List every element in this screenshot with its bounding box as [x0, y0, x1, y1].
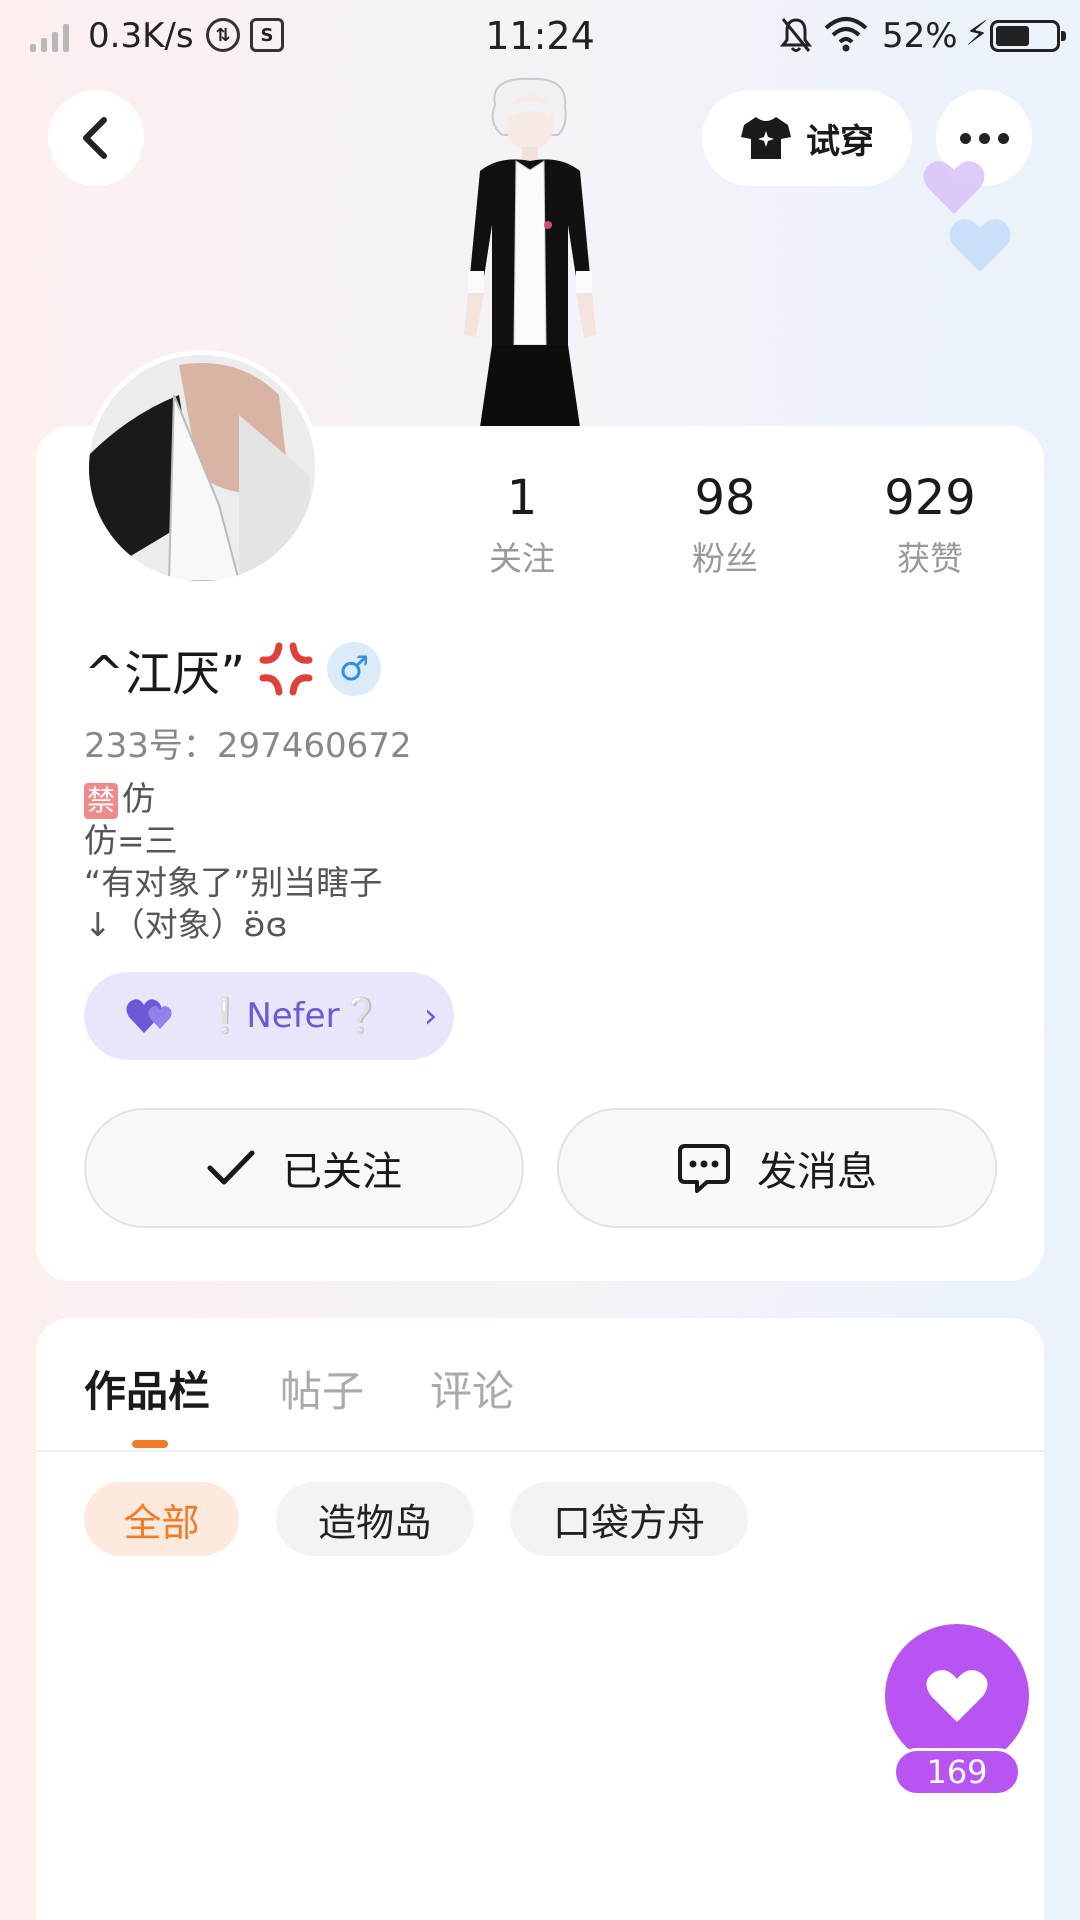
filter-chip-ark[interactable]: 口袋方舟: [510, 1482, 748, 1556]
stat-following[interactable]: 1 关注: [432, 470, 612, 580]
partner-pill[interactable]: ❕Nefer❔ ›: [84, 972, 454, 1060]
stat-likes[interactable]: 929 获赞: [840, 470, 1020, 580]
more-dot: [997, 132, 1009, 144]
more-dot: [959, 132, 971, 144]
more-dot: [978, 132, 990, 144]
filter-chip-island[interactable]: 造物岛: [276, 1482, 474, 1556]
battery-percent: 52%: [882, 16, 958, 56]
username-row: ^江厌” ♂: [84, 634, 382, 704]
back-button[interactable]: [48, 90, 144, 186]
tab-comments[interactable]: 评论: [430, 1358, 514, 1419]
try-on-label: 试穿: [806, 121, 874, 162]
wifi-icon: [824, 17, 868, 52]
following-label: 已关注: [282, 1149, 402, 1195]
male-gender-icon: ♂: [327, 642, 382, 696]
chevron-left-icon: [83, 117, 107, 159]
stat-value: 1: [506, 470, 538, 526]
following-button[interactable]: 已关注: [84, 1108, 524, 1228]
chat-bubble-icon: [678, 1144, 730, 1193]
floating-heart-icon: [949, 219, 1011, 272]
floating-heart-icon: [923, 161, 985, 214]
bio-line: 仿=三: [84, 821, 178, 860]
stat-label: 粉丝: [692, 539, 758, 578]
bio-tag: 禁: [84, 783, 119, 819]
avatar-character-image: [464, 77, 596, 427]
divider: [36, 1450, 1044, 1452]
stat-followers[interactable]: 98 粉丝: [635, 470, 815, 580]
bio-line: ↓（对象）ʚ̈ɞ: [84, 905, 288, 944]
stat-value: 98: [694, 470, 756, 526]
status-bar: 0.3K/s ⇅ S 11:24 52% ⚡: [0, 0, 1080, 74]
message-button[interactable]: 发消息: [557, 1108, 997, 1228]
filter-chip-all[interactable]: 全部: [84, 1482, 239, 1556]
like-count: 169: [893, 1748, 1021, 1796]
stat-value: 929: [884, 470, 976, 526]
bio-line: “有对象了”别当瞎子: [84, 863, 383, 902]
user-id[interactable]: 233号：297460672: [84, 718, 412, 767]
avatar[interactable]: [84, 350, 320, 586]
charging-icon: ⚡: [965, 14, 989, 54]
tab-posts[interactable]: 帖子: [280, 1358, 364, 1419]
battery-icon: [990, 20, 1066, 52]
tab-indicator: [132, 1440, 168, 1448]
check-icon: [207, 1150, 255, 1185]
stat-label: 关注: [489, 539, 555, 578]
try-on-button[interactable]: 试穿: [702, 90, 912, 186]
partner-name: ❕Nefer❔: [204, 996, 382, 1036]
stat-label: 获赞: [897, 539, 963, 578]
heart-icon: [926, 1670, 988, 1722]
chevron-right-icon: ›: [423, 996, 438, 1036]
bio: 禁仿 仿=三 “有对象了”别当瞎子 ↓（对象）ʚ̈ɞ: [84, 778, 382, 946]
username: ^江厌”: [84, 646, 246, 702]
avatar-image: [89, 355, 315, 581]
mute-bell-icon: [780, 18, 812, 52]
tab-works[interactable]: 作品栏: [84, 1358, 210, 1419]
anger-emoji-icon: [259, 642, 313, 696]
message-label: 发消息: [757, 1149, 877, 1195]
bio-line: 仿: [122, 779, 156, 818]
shirt-icon: [741, 117, 791, 159]
like-button[interactable]: [885, 1624, 1029, 1768]
double-heart-icon: [126, 999, 172, 1033]
